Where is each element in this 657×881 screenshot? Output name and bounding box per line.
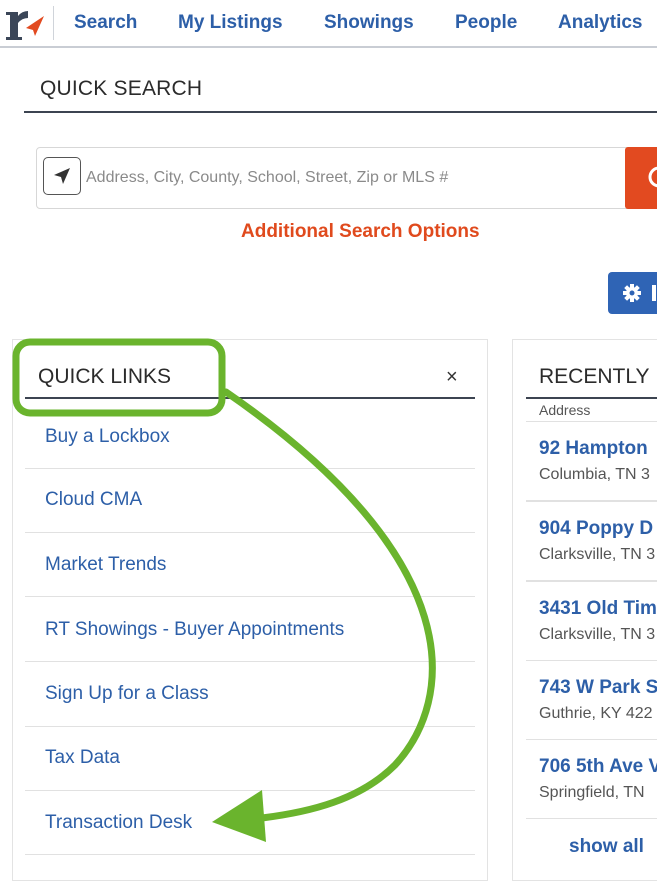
quick-link-label[interactable]: Cloud CMA: [45, 489, 142, 511]
search-submit-button[interactable]: [625, 147, 657, 209]
quick-search-divider: [24, 111, 657, 113]
recent-listing-row[interactable]: 904 Poppy D Clarksville, TN 3: [526, 501, 657, 581]
nav-showings[interactable]: Showings: [324, 12, 414, 34]
listing-city: Columbia, TN 3: [539, 466, 650, 483]
address-column-header: Address: [539, 402, 591, 418]
listing-city: Guthrie, KY 422: [539, 705, 653, 722]
quick-link-label[interactable]: Market Trends: [45, 554, 166, 576]
recent-listing-row[interactable]: 92 Hampton Columbia, TN 3: [526, 421, 657, 501]
quick-links-divider: [25, 397, 475, 399]
quick-link-item[interactable]: Market Trends: [25, 533, 475, 597]
listing-city: Springfield, TN: [539, 784, 645, 801]
settings-button[interactable]: [608, 272, 657, 314]
nav-divider: [53, 6, 54, 40]
quick-link-label[interactable]: Transaction Desk: [45, 812, 192, 834]
nav-analytics[interactable]: Analytics: [558, 12, 642, 34]
close-icon[interactable]: ×: [446, 366, 458, 389]
listing-address[interactable]: 706 5th Ave V: [539, 756, 657, 778]
recently-viewed-title: RECENTLY: [539, 365, 650, 388]
locate-button[interactable]: [43, 157, 81, 195]
listing-address[interactable]: 904 Poppy D: [539, 518, 653, 540]
nav-people[interactable]: People: [455, 12, 517, 34]
quick-link-label[interactable]: Sign Up for a Class: [45, 683, 209, 705]
quick-link-item[interactable]: Sign Up for a Class: [25, 663, 475, 727]
search-input[interactable]: [86, 162, 616, 194]
search-icon: [648, 166, 657, 188]
quick-link-item[interactable]: Cloud CMA: [25, 469, 475, 533]
listing-address[interactable]: 3431 Old Tim: [539, 598, 657, 620]
quick-link-label[interactable]: RT Showings - Buyer Appointments: [45, 619, 344, 641]
nav-search[interactable]: Search: [74, 12, 137, 34]
listing-address[interactable]: 92 Hampton: [539, 438, 648, 460]
quick-link-label[interactable]: Tax Data: [45, 747, 120, 769]
quick-links-title: QUICK LINKS: [38, 365, 172, 388]
quick-link-item[interactable]: Buy a Lockbox: [25, 405, 475, 469]
quick-link-label[interactable]: Buy a Lockbox: [45, 426, 170, 448]
recent-listing-row[interactable]: 706 5th Ave V Springfield, TN: [526, 739, 657, 819]
listing-city: Clarksville, TN 3: [539, 626, 656, 643]
quick-link-item[interactable]: Transaction Desk: [25, 791, 475, 855]
location-arrow-icon: [54, 168, 70, 184]
listing-city: Clarksville, TN 3: [539, 546, 656, 563]
recent-listing-row[interactable]: 3431 Old Tim Clarksville, TN 3: [526, 581, 657, 661]
quick-link-item[interactable]: RT Showings - Buyer Appointments: [25, 598, 475, 662]
logo-icon[interactable]: [2, 4, 46, 44]
show-all-link[interactable]: show all: [569, 836, 644, 858]
top-nav: Search My Listings Showings People Analy…: [0, 0, 657, 48]
additional-search-options-link[interactable]: Additional Search Options: [241, 221, 480, 243]
quick-search-title: QUICK SEARCH: [40, 77, 203, 100]
recently-viewed-divider: [526, 397, 657, 399]
quick-link-item[interactable]: Tax Data: [25, 727, 475, 791]
nav-my-listings[interactable]: My Listings: [178, 12, 283, 34]
gear-icon: [623, 284, 656, 302]
listing-address[interactable]: 743 W Park S: [539, 677, 657, 699]
recent-listing-row[interactable]: 743 W Park S Guthrie, KY 422: [526, 660, 657, 740]
